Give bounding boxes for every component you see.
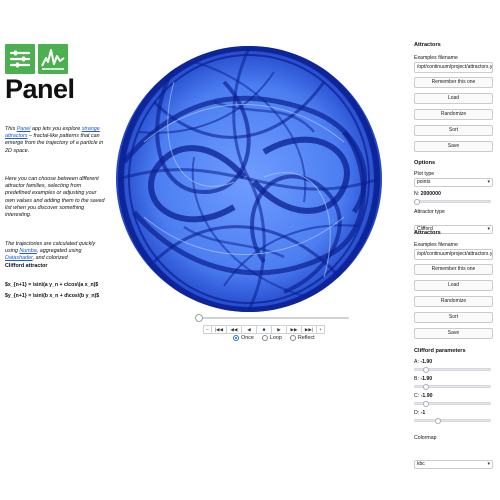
clifford-params-heading: Clifford parameters xyxy=(414,348,466,354)
save-button[interactable]: Save xyxy=(414,141,493,152)
n-label-text: N: xyxy=(414,191,420,197)
remember-button[interactable]: Remember this one xyxy=(414,77,493,88)
attractor-title: Clifford attractor xyxy=(5,263,48,269)
attractors-heading: Attractors xyxy=(414,42,441,48)
param-label: A: -1.90 xyxy=(414,359,432,365)
loop-mode-option[interactable]: Once xyxy=(233,335,254,341)
param-name: B: xyxy=(414,376,419,382)
remember-button-2[interactable]: Remember this one xyxy=(414,264,493,275)
param-name: D: xyxy=(414,410,420,416)
sort-button-2[interactable]: Sort xyxy=(414,312,493,323)
pause-button[interactable]: ■ xyxy=(256,325,272,334)
param-label: B: -1.90 xyxy=(414,376,432,382)
radio-button[interactable] xyxy=(289,335,296,341)
colormap-label: Colormap xyxy=(414,435,437,441)
loop-mode-label: Once xyxy=(241,335,254,341)
load-button-2[interactable]: Load xyxy=(414,280,493,291)
intro-text: This xyxy=(5,126,17,132)
player-controls: – |◀◀ ◀◀ ◀ ■ ▶ ▶▶ ▶▶| + xyxy=(203,325,325,334)
attractor-image xyxy=(116,46,382,312)
control-panel: Attractors Examples filename /opt/contin… xyxy=(414,40,493,469)
attractors-heading-2: Attractors xyxy=(414,230,441,236)
loop-mode-option[interactable]: Reflect xyxy=(289,335,315,341)
param-name: A: xyxy=(414,359,419,365)
plot-type-value: points xyxy=(417,179,431,185)
datashader-link[interactable]: Datashader xyxy=(5,255,33,261)
loop-mode-option[interactable]: Loop xyxy=(261,335,282,341)
n-slider-handle[interactable] xyxy=(414,198,420,205)
save-button-2[interactable]: Save xyxy=(414,328,493,339)
intro-paragraph-2: Here you can choose between different at… xyxy=(5,176,105,219)
param-slider-handle[interactable] xyxy=(422,383,429,390)
load-button[interactable]: Load xyxy=(414,93,493,104)
frame-slider-track[interactable] xyxy=(197,317,349,319)
intro-paragraph-1: This Panel app lets you explore strange … xyxy=(5,126,105,155)
param-slider-handle[interactable] xyxy=(422,366,429,373)
n-label: N: 2000000 xyxy=(414,191,441,197)
frame-slider-handle[interactable] xyxy=(195,314,203,322)
param-slider-handle[interactable] xyxy=(435,417,442,424)
numba-link[interactable]: Numba xyxy=(19,248,36,254)
randomize-button-2[interactable]: Randomize xyxy=(414,296,493,307)
attractor-type-label: Attractor type xyxy=(414,209,445,215)
first-frame-button[interactable]: |◀◀ xyxy=(211,325,227,334)
play-reverse-button[interactable]: ◀ xyxy=(241,325,257,334)
last-frame-button[interactable]: ▶▶| xyxy=(301,325,317,334)
n-value: 2000000 xyxy=(420,191,441,197)
param-value: -1.90 xyxy=(420,393,433,399)
logo-icons xyxy=(5,44,105,74)
options-heading: Options xyxy=(414,160,436,166)
logo-wordmark: Panel xyxy=(5,74,75,104)
sort-button[interactable]: Sort xyxy=(414,125,493,136)
play-button[interactable]: ▶ xyxy=(271,325,287,334)
param-label: D: -1 xyxy=(414,410,425,416)
radio-button[interactable] xyxy=(261,335,268,341)
radio-button[interactable] xyxy=(233,335,239,341)
chart-logo-icon xyxy=(38,44,68,74)
n-slider-track[interactable] xyxy=(414,200,491,203)
step-up-button[interactable]: + xyxy=(316,325,325,334)
examples-filename-input-2[interactable]: /opt/continuum/project/attractors.yml xyxy=(414,249,493,260)
loop-mode-group: Once Loop Reflect xyxy=(233,335,315,341)
randomize-button[interactable]: Randomize xyxy=(414,109,493,120)
intro-text: app lets you explore xyxy=(30,126,82,132)
param-value: -1.90 xyxy=(420,376,433,382)
chevron-down-icon: ▾ xyxy=(487,226,490,232)
loop-mode-label: Reflect xyxy=(297,335,315,341)
chevron-down-icon: ▾ xyxy=(487,461,490,467)
param-name: C: xyxy=(414,393,420,399)
param-value: -1 xyxy=(420,410,426,416)
colormap-select[interactable]: kbc ▾ xyxy=(414,460,493,469)
param-value: -1.90 xyxy=(420,359,433,365)
attractor-plot[interactable] xyxy=(114,42,384,316)
chevron-down-icon: ▾ xyxy=(487,179,490,185)
fast-forward-button[interactable]: ▶▶ xyxy=(286,325,302,334)
examples-filename-label: Examples filename xyxy=(414,55,458,61)
formula-y: $y_{n+1} = \sin\(b x_n + d\cos\(b y_n)$ xyxy=(5,293,100,299)
examples-filename-label-2: Examples filename xyxy=(414,242,458,248)
panel-link[interactable]: Panel xyxy=(17,126,31,132)
plot-type-label: Plot type xyxy=(414,171,435,177)
param-label: C: -1.90 xyxy=(414,393,432,399)
intro-text: , aggregated using xyxy=(36,248,82,255)
loop-mode-label: Loop xyxy=(269,335,282,341)
intro-paragraph-3: The trajectories are calculated quickly … xyxy=(5,241,105,263)
intro-text: , and colorized xyxy=(32,255,68,262)
logo: Panel xyxy=(5,44,105,103)
plot-type-select[interactable]: points ▾ xyxy=(414,178,493,187)
formula-x: $x_{n+1} = \sin\(a y_n + c\cos\(a x_n)$ xyxy=(5,282,99,288)
sliders-logo-icon xyxy=(5,44,35,74)
colormap-value: kbc xyxy=(417,461,425,467)
param-slider-handle[interactable] xyxy=(422,400,429,407)
examples-filename-input[interactable]: /opt/continuum/project/attractors.yml xyxy=(414,62,493,73)
fast-backward-button[interactable]: ◀◀ xyxy=(226,325,242,334)
param-slider-track[interactable] xyxy=(414,419,491,422)
